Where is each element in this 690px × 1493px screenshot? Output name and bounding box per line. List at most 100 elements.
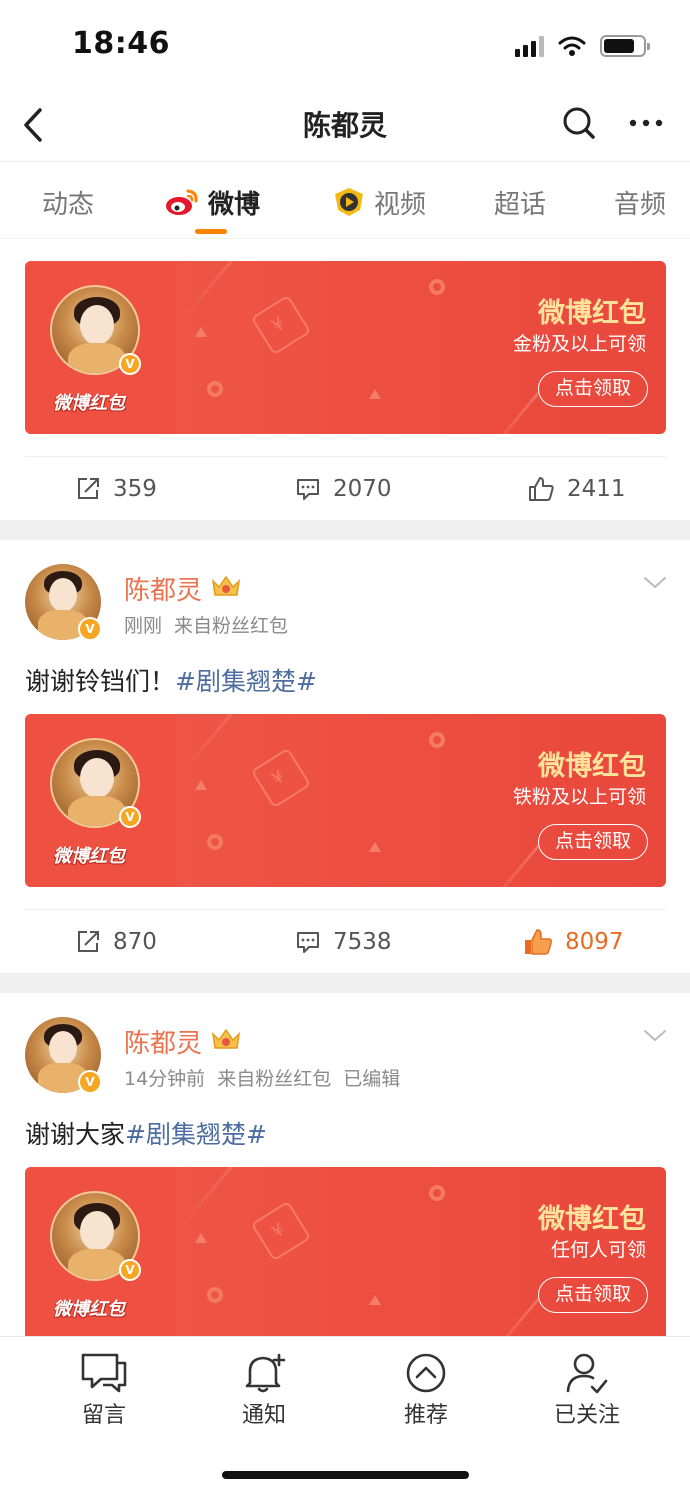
repost-icon bbox=[78, 931, 99, 952]
tab-weibo[interactable]: 微博 bbox=[164, 182, 260, 222]
post-body: 谢谢大家 bbox=[25, 1120, 126, 1149]
wifi-icon bbox=[558, 36, 586, 56]
claim-button[interactable]: 点击领取 bbox=[538, 371, 648, 407]
bell-icon bbox=[245, 1353, 286, 1393]
repost-count: 359 bbox=[113, 476, 157, 502]
tab-video[interactable]: 视频 bbox=[332, 182, 426, 222]
packet-cover-label: 微博红包 bbox=[53, 846, 125, 867]
more-dots-icon bbox=[629, 119, 663, 127]
cellular-signal-icon bbox=[515, 35, 544, 57]
followed-button[interactable]: 已关注 bbox=[527, 1351, 647, 1429]
hashtag-link[interactable]: #剧集翘楚# bbox=[125, 1120, 267, 1149]
post-edited-label[interactable]: 已编辑 bbox=[343, 1064, 400, 1091]
red-packet-card[interactable]: V 微博红包 微博红包 铁粉及以上可领 点击领取 bbox=[25, 714, 666, 887]
repost-button[interactable]: 870 bbox=[75, 926, 157, 958]
post-actions: 359 2070 2411 bbox=[25, 456, 666, 519]
search-button[interactable] bbox=[558, 102, 600, 144]
envelope-decoration bbox=[250, 747, 312, 809]
packet-cover: V 微博红包 bbox=[25, 261, 177, 434]
weibo-logo-icon bbox=[166, 189, 198, 215]
like-count: 8097 bbox=[565, 929, 624, 955]
repost-count: 870 bbox=[113, 929, 157, 955]
post-time: 刚刚 bbox=[124, 615, 163, 637]
message-board-button[interactable]: 留言 bbox=[44, 1351, 164, 1429]
post-text: 谢谢大家#剧集翘楚# bbox=[25, 1115, 267, 1151]
post-meta: 14分钟前 来自粉丝红包 已编辑 bbox=[124, 1064, 400, 1091]
packet-cover: V 微博红包 bbox=[25, 1167, 177, 1340]
hashtag-link[interactable]: #剧集翘楚# bbox=[175, 667, 317, 696]
packet-cover-label: 微博红包 bbox=[53, 1299, 125, 1320]
packet-subtitle: 金粉及以上可领 bbox=[512, 333, 646, 355]
envelope-decoration bbox=[250, 294, 312, 356]
tab-label: 音频 bbox=[614, 189, 667, 220]
bottom-toolbar: 留言 通知 推荐 已关注 bbox=[0, 1336, 690, 1493]
packet-cover: V 微博红包 bbox=[25, 714, 177, 887]
chevron-down-icon[interactable] bbox=[642, 570, 668, 596]
post-separator bbox=[0, 520, 690, 540]
repost-icon bbox=[78, 478, 99, 499]
profile-tabs: 动态 微博 视频 超话 音频 bbox=[0, 161, 690, 239]
comment-button[interactable]: 2070 bbox=[295, 473, 392, 505]
like-button[interactable]: 2411 bbox=[527, 473, 626, 505]
tab-label: 视频 bbox=[374, 189, 427, 220]
comment-count: 7538 bbox=[333, 929, 392, 955]
home-indicator[interactable] bbox=[222, 1471, 469, 1479]
claim-button[interactable]: 点击领取 bbox=[538, 824, 648, 860]
tab-label: 动态 bbox=[42, 189, 95, 220]
comment-icon bbox=[297, 932, 319, 953]
crown-icon bbox=[211, 575, 241, 596]
post-source: 来自粉丝红包 bbox=[174, 615, 289, 637]
followed-icon bbox=[566, 1353, 608, 1394]
tab-label: 超话 bbox=[494, 189, 547, 220]
tab-dynamic[interactable]: 动态 bbox=[42, 182, 94, 222]
comment-icon bbox=[297, 479, 319, 500]
post-body: 谢谢铃铛们！ bbox=[25, 667, 176, 696]
recommend-icon bbox=[406, 1353, 446, 1393]
comment-button[interactable]: 7538 bbox=[295, 926, 392, 958]
verified-icon: V bbox=[78, 617, 102, 641]
back-button[interactable] bbox=[14, 98, 58, 152]
bottom-label: 留言 bbox=[81, 1403, 126, 1428]
tab-audio[interactable]: 音频 bbox=[614, 182, 666, 222]
post-meta: 刚刚 来自粉丝红包 bbox=[124, 611, 288, 638]
verified-icon: V bbox=[119, 353, 141, 375]
chevron-down-icon[interactable] bbox=[642, 1023, 668, 1049]
search-icon bbox=[563, 107, 595, 139]
packet-cover-label: 微博红包 bbox=[53, 393, 125, 414]
verified-icon: V bbox=[119, 1259, 141, 1281]
packet-title: 微博红包 bbox=[538, 298, 646, 329]
crown-icon bbox=[211, 1028, 241, 1049]
author-name[interactable]: 陈都灵 bbox=[124, 1023, 202, 1060]
like-button[interactable]: 8097 bbox=[523, 926, 624, 958]
bottom-label: 已关注 bbox=[553, 1403, 620, 1428]
notify-button[interactable]: 通知 bbox=[204, 1351, 324, 1429]
packet-subtitle: 铁粉及以上可领 bbox=[512, 786, 646, 808]
status-bar: 18:46 bbox=[0, 0, 690, 90]
thumbs-up-icon bbox=[529, 477, 554, 501]
recommend-button[interactable]: 推荐 bbox=[366, 1351, 486, 1429]
post-actions: 870 7538 8097 bbox=[25, 909, 666, 972]
author-name[interactable]: 陈都灵 bbox=[124, 570, 202, 607]
claim-button[interactable]: 点击领取 bbox=[538, 1277, 648, 1313]
envelope-decoration bbox=[250, 1200, 312, 1262]
tab-label: 微博 bbox=[208, 189, 261, 220]
red-packet-card[interactable]: V 微博红包 微博红包 任何人可领 点击领取 bbox=[25, 1167, 666, 1340]
packet-subtitle: 任何人可领 bbox=[550, 1239, 646, 1261]
video-shield-icon bbox=[335, 188, 363, 216]
battery-icon bbox=[600, 35, 650, 57]
bottom-label: 推荐 bbox=[403, 1403, 448, 1428]
comment-count: 2070 bbox=[333, 476, 392, 502]
comment-icon bbox=[81, 1353, 127, 1393]
repost-button[interactable]: 359 bbox=[75, 473, 157, 505]
post-source: 来自粉丝红包 bbox=[217, 1068, 332, 1090]
status-time: 18:46 bbox=[72, 26, 170, 61]
like-count: 2411 bbox=[567, 476, 626, 502]
tab-super-topic[interactable]: 超话 bbox=[494, 182, 546, 222]
packet-title: 微博红包 bbox=[538, 751, 646, 782]
status-icons bbox=[515, 30, 650, 62]
more-button[interactable] bbox=[624, 102, 668, 144]
red-packet-card[interactable]: V 微博红包 微博红包 金粉及以上可领 点击领取 bbox=[25, 261, 666, 434]
post-time: 14分钟前 bbox=[124, 1068, 206, 1090]
verified-icon: V bbox=[78, 1070, 102, 1094]
nav-bar: 陈都灵 bbox=[0, 90, 690, 160]
